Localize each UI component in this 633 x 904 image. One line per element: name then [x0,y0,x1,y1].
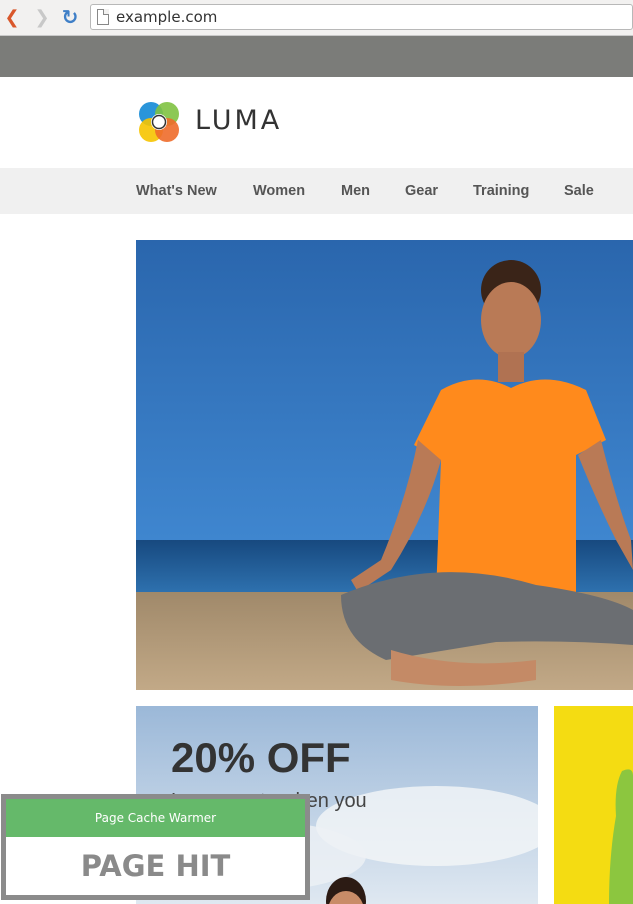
hero-image [136,240,633,690]
top-panel [0,36,633,77]
nav-item-gear[interactable]: Gear [405,183,438,199]
hero-banner[interactable] [136,240,633,690]
url-text[interactable]: example.com [116,8,217,26]
luma-logo-icon[interactable] [136,99,182,145]
promo-card-secondary[interactable] [554,706,633,904]
site-header: LUMA [0,77,633,168]
browser-toolbar: ❮ ❯ ↻ example.com [0,0,633,36]
brand-name[interactable]: LUMA [195,105,282,136]
nav-item-training[interactable]: Training [473,183,529,199]
forward-arrow-icon[interactable]: ❯ [32,7,52,28]
secondary-promo-image [609,769,633,904]
back-arrow-icon[interactable]: ❮ [2,7,22,28]
page-icon [97,9,109,25]
nav-item-sale[interactable]: Sale [564,183,594,199]
cache-status: PAGE HIT [80,849,231,883]
promo-title: 20% OFF [171,734,351,781]
nav-item-men[interactable]: Men [341,183,370,199]
nav-item-women[interactable]: Women [253,183,305,199]
reload-icon[interactable]: ↻ [60,5,80,29]
nav-item-whats-new[interactable]: What's New [136,183,217,199]
cache-warmer-widget: Page Cache Warmer PAGE HIT [1,794,310,900]
main-navigation: What's New Women Men Gear Training Sale [0,168,633,214]
widget-title: Page Cache Warmer [6,799,305,837]
address-bar[interactable]: example.com [90,4,633,30]
